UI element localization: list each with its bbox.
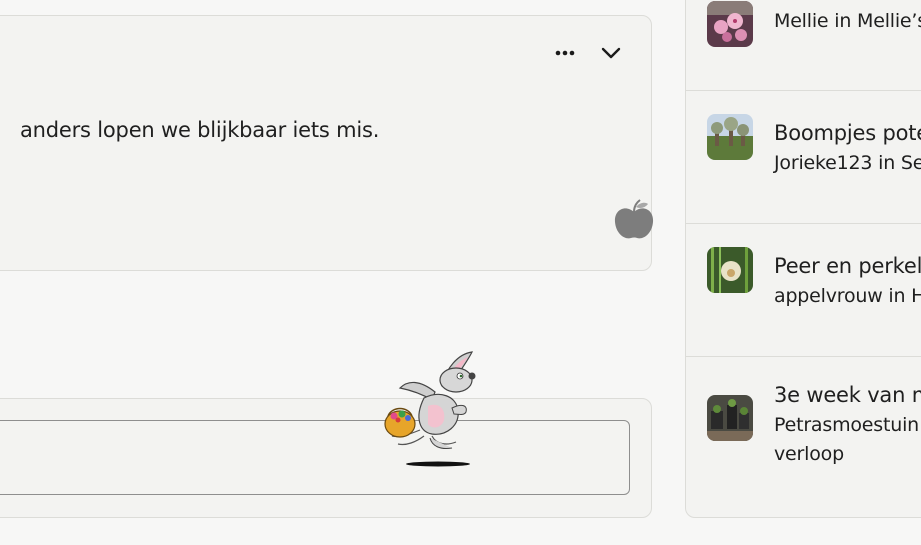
pink-blossom-thumbnail [707,1,753,47]
sidebar-item-title: Peer en perkel [774,254,921,278]
sidebar-item-subtitle: Jorieke123 in Sei [774,152,921,174]
post-body-text: anders lopen we blijkbaar iets mis. [20,118,380,142]
post-actions [555,46,621,60]
sidebar-item-peer[interactable]: Peer en perkel appelvrouw in H [686,224,921,356]
orchard-trees-thumbnail [707,114,753,160]
sidebar-item-subtitle: Mellie in Mellie’s [774,10,921,32]
reply-input[interactable] [0,420,630,495]
sidebar-item-title: Boompjes pote [774,121,921,145]
sidebar-item-subtitle-line2: verloop [774,443,844,465]
easter-bunny-image [380,350,480,474]
sidebar-item-subtitle: Petrasmoestuin [774,414,920,436]
sidebar-item-subtitle: appelvrouw in H [774,285,921,307]
garden-pots-thumbnail [707,395,753,441]
sidebar-item-mellie[interactable]: Mellie in Mellie’s [686,0,921,90]
apple-icon[interactable] [613,198,655,246]
sidebar-item-boompjes[interactable]: Boompjes pote Jorieke123 in Sei [686,91,921,223]
dandelion-thumbnail [707,247,753,293]
more-horizontal-icon[interactable] [555,49,575,57]
sidebar-item-title: 3e week van m [774,383,921,407]
sidebar-item-3e-week[interactable]: 3e week van m Petrasmoestuin verloop [686,357,921,517]
chevron-down-icon[interactable] [601,46,621,60]
sidebar: Mellie in Mellie’s Boompjes pote Jorieke… [685,0,921,518]
